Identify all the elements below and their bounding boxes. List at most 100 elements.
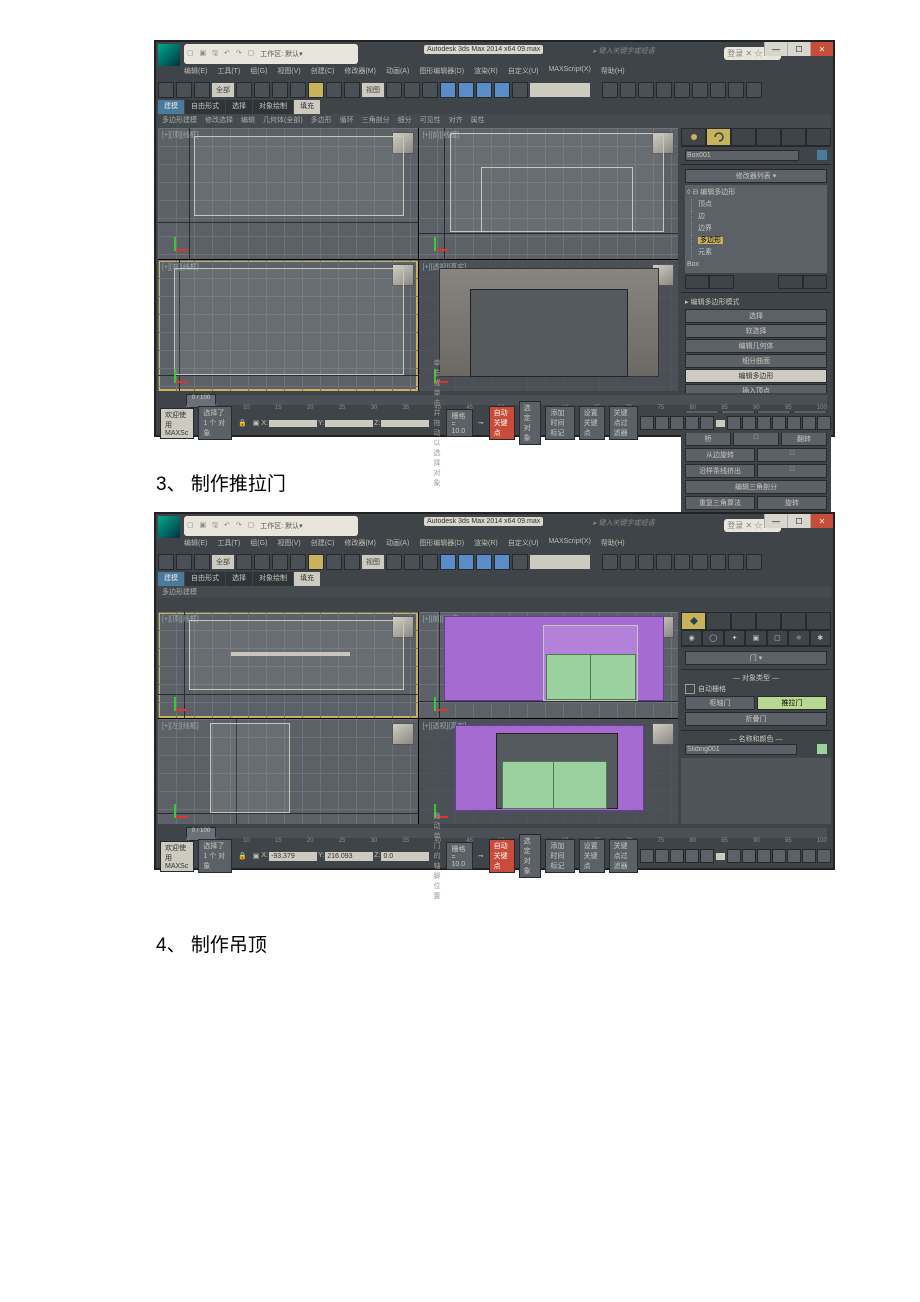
autogrid-checkbox[interactable]: [685, 684, 695, 694]
tb-bind-icon[interactable]: [194, 82, 210, 98]
tb-curve-icon[interactable]: [656, 554, 672, 570]
tb-mirror-icon[interactable]: [602, 554, 618, 570]
addtime-button[interactable]: 添加时间标记: [545, 839, 574, 873]
ribbon-tab-selection[interactable]: 选择: [226, 572, 252, 586]
pb-next-icon[interactable]: [685, 416, 699, 430]
stack-config-icon[interactable]: [778, 275, 802, 289]
tb-curve-icon[interactable]: [656, 82, 672, 98]
panel-utility-icon[interactable]: [806, 128, 831, 146]
chevron-down-icon[interactable]: ▾: [299, 522, 303, 530]
menu-group[interactable]: 组(G): [250, 66, 267, 80]
keyfilter-button[interactable]: 关键点过滤器: [609, 839, 638, 873]
menu-group[interactable]: 组(G): [250, 538, 267, 552]
tb-select-icon[interactable]: [236, 82, 252, 98]
menu-edit[interactable]: 编辑(E): [184, 538, 207, 552]
keyfilter-button[interactable]: 关键点过滤器: [609, 406, 638, 440]
tb-rend-icon[interactable]: [710, 82, 726, 98]
tb-manip-icon[interactable]: [404, 554, 420, 570]
x-field[interactable]: [269, 420, 317, 427]
ribbon-tab-modeling[interactable]: 建模: [158, 572, 184, 586]
btn-bridge[interactable]: 桥: [685, 432, 731, 446]
tb-manip-icon[interactable]: [404, 82, 420, 98]
stack-root[interactable]: ◊ ⊟ 编辑多边形: [687, 187, 825, 199]
sr-geom[interactable]: 几何体(全部): [263, 115, 303, 127]
sr-subdiv[interactable]: 细分: [398, 115, 412, 127]
ribbon-tab-populate[interactable]: 填充: [294, 100, 320, 114]
menu-tools[interactable]: 工具(T): [217, 538, 240, 552]
stack-show-icon[interactable]: [709, 275, 733, 289]
tb-rend-icon[interactable]: [710, 554, 726, 570]
setkey-button[interactable]: 设置关键点: [579, 839, 605, 873]
tb-rprod-icon[interactable]: [746, 82, 762, 98]
object-color-swatch[interactable]: [817, 150, 827, 160]
nav-fov-icon[interactable]: [757, 416, 771, 430]
menu-modifiers[interactable]: 修改器(M): [344, 66, 376, 80]
stack-box[interactable]: Box: [687, 259, 825, 271]
tb-rotate-icon[interactable]: [326, 82, 342, 98]
panel-display-icon[interactable]: [781, 128, 806, 146]
tb-link-icon[interactable]: [158, 554, 174, 570]
pb-end-icon[interactable]: [700, 849, 714, 863]
search-input[interactable]: ▸ 键入关键字或短语: [593, 518, 654, 528]
sr-modsel[interactable]: 修改选择: [205, 115, 233, 127]
sr-loop[interactable]: 循环: [340, 115, 354, 127]
minimize-button[interactable]: —: [764, 514, 787, 528]
panel-utility-icon[interactable]: [806, 612, 831, 630]
lock-icon[interactable]: 🔒: [238, 419, 247, 427]
tb-center-icon[interactable]: [386, 554, 402, 570]
tb-key-icon[interactable]: [422, 554, 438, 570]
menu-views[interactable]: 视图(V): [277, 538, 300, 552]
tb-rprod-icon[interactable]: [746, 554, 762, 570]
tb-center-icon[interactable]: [386, 82, 402, 98]
ref-coord-dropdown[interactable]: 视图: [362, 83, 384, 97]
tb-schem-icon[interactable]: [674, 554, 690, 570]
viewport-persp[interactable]: [+][透视][真实]: [419, 260, 679, 391]
panel-hierarchy-icon[interactable]: [731, 612, 756, 630]
cat-shapes-icon[interactable]: ◯: [702, 630, 723, 646]
maximize-button[interactable]: ☐: [787, 514, 810, 528]
menu-create[interactable]: 创建(C): [311, 66, 335, 80]
qat-icons[interactable]: ▢ ▣ 🖫 ↶ ↷ ▢: [187, 49, 256, 60]
btn-sliding-door[interactable]: 推拉门: [757, 696, 827, 710]
tb-align-icon[interactable]: [620, 82, 636, 98]
btn-retri[interactable]: 重复三角算法: [685, 496, 755, 510]
tb-snap-icon[interactable]: [440, 82, 456, 98]
pb-start-icon[interactable]: [640, 849, 654, 863]
pb-prev-icon[interactable]: [655, 849, 669, 863]
btn-bifold-door[interactable]: 折叠门: [685, 712, 827, 726]
menu-customize[interactable]: 自定义(U): [508, 538, 539, 552]
tb-pct-icon[interactable]: [476, 554, 492, 570]
panel-motion-icon[interactable]: [756, 612, 781, 630]
x-field[interactable]: -93.379: [269, 852, 317, 861]
keymode-icon[interactable]: ⊸: [478, 852, 484, 860]
selset-button[interactable]: 选定对象: [519, 834, 542, 878]
menu-maxscript[interactable]: MAXScript(X): [548, 66, 590, 80]
menu-rendering[interactable]: 渲染(R): [474, 66, 498, 80]
selset-button[interactable]: 选定对象: [519, 401, 542, 445]
qat-icons[interactable]: ▢ ▣ 🖫 ↶ ↷ ▢: [187, 521, 256, 532]
tb-align-icon[interactable]: [620, 554, 636, 570]
subcategory-dropdown[interactable]: 门 ▾: [685, 651, 827, 665]
stack-element[interactable]: 元素: [691, 247, 825, 259]
tb-scale-icon[interactable]: [344, 82, 360, 98]
tb-select-icon[interactable]: [236, 554, 252, 570]
nav-orbit-icon[interactable]: [802, 416, 816, 430]
menu-animation[interactable]: 动画(A): [386, 66, 409, 80]
frame-field[interactable]: 0: [716, 853, 725, 860]
panel-create-icon[interactable]: [681, 128, 706, 146]
btn-flip[interactable]: 翻转: [781, 432, 827, 446]
viewport-front[interactable]: [+][前][线框]: [419, 128, 679, 259]
panel-hierarchy-icon[interactable]: [731, 128, 756, 146]
menu-tools[interactable]: 工具(T): [217, 66, 240, 80]
minimize-button[interactable]: —: [764, 42, 787, 56]
ribbon-tab-populate[interactable]: 填充: [294, 572, 320, 586]
tb-mat-icon[interactable]: [692, 554, 708, 570]
ribbon-tab-objpaint[interactable]: 对象绘制: [253, 572, 293, 586]
pb-end-icon[interactable]: [700, 416, 714, 430]
cat-space-icon[interactable]: ⚛: [788, 630, 809, 646]
tb-spin-icon[interactable]: [494, 82, 510, 98]
viewport-persp[interactable]: [+][透视][真实]: [419, 719, 679, 825]
menu-edit[interactable]: 编辑(E): [184, 66, 207, 80]
panel-modify-icon[interactable]: [706, 612, 731, 630]
menu-grapheditors[interactable]: 图形编辑器(D): [419, 538, 464, 552]
